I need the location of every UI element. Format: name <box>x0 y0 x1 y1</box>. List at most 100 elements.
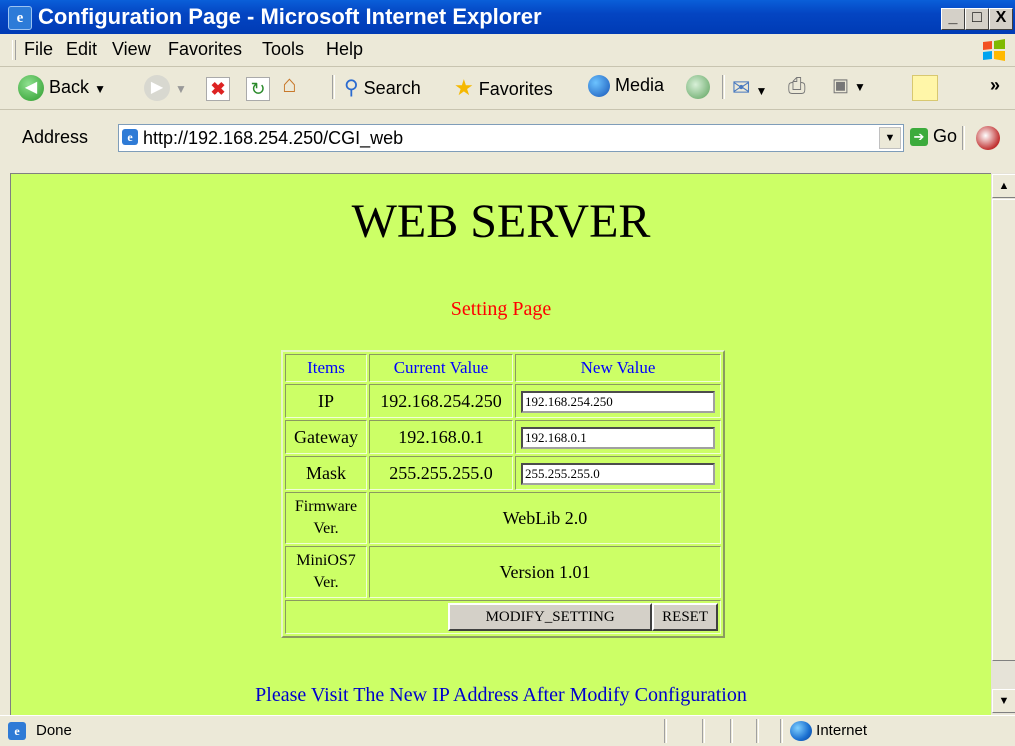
row-current-gateway: 192.168.0.1 <box>369 420 513 454</box>
menu-bar: File Edit View Favorites Tools Help <box>0 34 1015 67</box>
row-label-minios: MiniOS7 Ver. <box>285 546 367 598</box>
standard-toolbar: ◀ Back ▼ ▶ ▼ ✖ ↻ ⌂ ⚲ Search ★ Favorites … <box>0 67 1015 110</box>
menu-file[interactable]: File <box>24 39 53 60</box>
row-label-gateway: Gateway <box>285 420 367 454</box>
mask-input[interactable] <box>521 462 715 485</box>
print-icon[interactable]: ⎙ <box>788 73 806 99</box>
go-label: Go <box>933 126 958 146</box>
chevron-more-icon[interactable]: » <box>990 75 1000 96</box>
row-label-firmware: Firmware Ver. <box>285 492 367 544</box>
media-label: Media <box>615 75 665 95</box>
address-input[interactable]: e http://192.168.254.250/CGI_web ▼ <box>118 124 904 152</box>
favorites-label: Favorites <box>478 79 553 99</box>
chevron-down-icon: ▼ <box>755 84 768 98</box>
status-bar: e Done Internet <box>0 715 1015 746</box>
maximize-button[interactable]: □ <box>965 8 989 30</box>
table-header-row: Items Current Value New Value <box>285 354 721 382</box>
address-label: Address <box>22 127 89 147</box>
note-icon[interactable] <box>912 75 938 101</box>
page-content: WEB SERVER Setting Page Items Current Va… <box>10 173 991 715</box>
media-button[interactable]: Media <box>588 75 665 98</box>
vertical-scrollbar[interactable]: ▲ ▼ <box>991 173 1015 714</box>
modify-setting-button[interactable]: MODIFY_SETTING <box>448 603 653 631</box>
status-separator <box>730 719 733 743</box>
header-new-value: New Value <box>515 354 721 382</box>
firmware-label-line2: Ver. <box>313 520 339 537</box>
page-subheading: Setting Page <box>450 298 552 320</box>
toolbar-separator <box>962 126 965 150</box>
address-dropdown-icon[interactable]: ▼ <box>879 127 901 149</box>
home-icon[interactable]: ⌂ <box>282 71 297 99</box>
mail-button[interactable]: ✉ ▼ <box>732 75 767 101</box>
settings-table: Items Current Value New Value IP 192.168… <box>281 350 725 638</box>
forward-arrow-icon: ▶ <box>144 75 170 101</box>
chevron-down-icon: ▼ <box>175 81 187 96</box>
table-row: Gateway 192.168.0.1 <box>285 420 721 454</box>
search-button[interactable]: ⚲ Search <box>344 75 421 100</box>
status-text: Done <box>36 722 72 739</box>
windows-logo-icon <box>983 39 1005 61</box>
gateway-input[interactable] <box>521 426 715 449</box>
notice-text: Please Visit The New IP Address After Mo… <box>255 684 747 706</box>
menu-help[interactable]: Help <box>326 39 363 60</box>
close-button[interactable]: X <box>989 8 1013 30</box>
edit-icon: ▣ <box>832 75 850 95</box>
address-bar: Address e http://192.168.254.250/CGI_web… <box>0 110 1015 172</box>
search-label: Search <box>363 78 421 98</box>
toolbar-separator <box>332 75 335 99</box>
window-title: Configuration Page - Microsoft Internet … <box>38 4 542 29</box>
back-arrow-icon: ◀ <box>18 75 44 101</box>
scroll-thumb[interactable] <box>992 199 1015 661</box>
scroll-up-icon[interactable]: ▲ <box>992 174 1015 198</box>
table-row-actions: MODIFY_SETTING RESET <box>285 600 721 634</box>
favorites-button[interactable]: ★ Favorites <box>454 75 553 101</box>
menu-favorites[interactable]: Favorites <box>168 39 242 60</box>
minios-value: Version 1.01 <box>369 546 721 598</box>
header-items: Items <box>285 354 367 382</box>
table-row: Mask 255.255.255.0 <box>285 456 721 490</box>
ip-input[interactable] <box>521 390 715 413</box>
go-button[interactable]: ➔ Go <box>910 126 957 150</box>
title-bar: e Configuration Page - Microsoft Interne… <box>0 0 1015 34</box>
scroll-down-icon[interactable]: ▼ <box>992 689 1015 713</box>
row-new-gateway <box>515 420 721 454</box>
table-row: IP 192.168.254.250 <box>285 384 721 418</box>
row-label-mask: Mask <box>285 456 367 490</box>
back-button[interactable]: ◀ Back ▼ <box>18 75 106 101</box>
menu-view[interactable]: View <box>112 39 151 60</box>
header-current-value: Current Value <box>369 354 513 382</box>
acrobat-icon[interactable] <box>976 126 1000 150</box>
row-current-ip: 192.168.254.250 <box>369 384 513 418</box>
row-new-mask <box>515 456 721 490</box>
zone-label: Internet <box>816 721 868 739</box>
mail-icon: ✉ <box>732 75 751 100</box>
minios-label-line2: Ver. <box>313 574 339 591</box>
page-status-icon: e <box>8 722 26 740</box>
status-separator <box>756 719 759 743</box>
page-icon: e <box>122 129 138 145</box>
menu-edit[interactable]: Edit <box>66 39 97 60</box>
firmware-value: WebLib 2.0 <box>369 492 721 544</box>
row-label-ip: IP <box>285 384 367 418</box>
forward-button[interactable]: ▶ ▼ <box>144 75 187 101</box>
media-icon <box>588 75 610 98</box>
chevron-down-icon: ▼ <box>94 81 106 96</box>
table-row: MiniOS7 Ver. Version 1.01 <box>285 546 721 598</box>
minimize-button[interactable]: _ <box>941 8 965 30</box>
stop-icon[interactable]: ✖ <box>206 77 230 101</box>
refresh-icon[interactable]: ↻ <box>246 77 270 101</box>
history-button[interactable] <box>686 75 710 99</box>
edit-button[interactable]: ▣ ▼ <box>832 75 866 96</box>
back-label: Back <box>49 76 90 97</box>
toolbar-grip <box>12 40 16 60</box>
minios-label-line1: MiniOS7 <box>296 552 356 569</box>
table-row: Firmware Ver. WebLib 2.0 <box>285 492 721 544</box>
search-icon: ⚲ <box>344 77 359 99</box>
row-new-ip <box>515 384 721 418</box>
ie-icon: e <box>8 6 32 30</box>
status-separator <box>702 719 705 743</box>
chevron-down-icon: ▼ <box>854 80 866 94</box>
reset-button[interactable]: RESET <box>652 603 718 631</box>
address-url: http://192.168.254.250/CGI_web <box>143 128 404 148</box>
menu-tools[interactable]: Tools <box>262 39 304 60</box>
